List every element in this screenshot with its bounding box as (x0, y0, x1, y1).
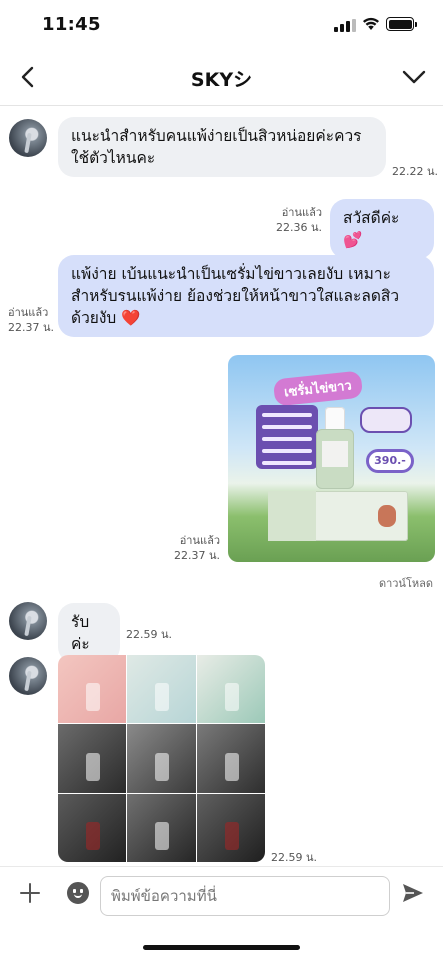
cellular-signal-icon (334, 19, 356, 32)
product-image[interactable]: เซรั่มไข่ขาว 390.- (228, 355, 435, 562)
message-input-bar (0, 866, 443, 924)
message-input[interactable] (100, 876, 390, 916)
product-box-graphic (268, 491, 408, 541)
sparkle-heart-icon: 💕 (343, 231, 363, 249)
price-tag: 390.- (366, 449, 414, 473)
collage-tile (127, 655, 196, 724)
emoji-icon[interactable] (67, 882, 89, 904)
status-bar: 11:45 (0, 0, 443, 50)
send-icon[interactable] (401, 882, 425, 904)
collage-tile (196, 655, 265, 724)
battery-icon (386, 17, 417, 31)
download-link[interactable]: ดาวน์โหลด (379, 574, 433, 592)
image-headline: เซรั่มไข่ขาว (272, 370, 363, 407)
message-bubble[interactable]: แนะนำสำหรับคนแพ้ง่ายเป็นสิวหน่อยค่ะควร ใ… (58, 117, 386, 177)
read-receipt: อ่านแล้ว 22.37 น. (173, 534, 220, 562)
collage-tile (58, 724, 127, 793)
wifi-icon (363, 17, 379, 30)
message-bubble[interactable]: รับค่ะ (58, 603, 120, 663)
message-bubble[interactable]: แพ้ง่าย เบ้นแนะนำเป็นเซรั่มไข่ขาวเลยงับ … (58, 255, 434, 337)
chat-title[interactable]: SKYシ (0, 65, 443, 92)
message-text: สวัสดีค่ะ (343, 209, 400, 227)
chat-thread[interactable]: แนะนำสำหรับคนแพ้ง่ายเป็นสิวหน่อยค่ะควร ใ… (0, 107, 443, 867)
read-receipt: อ่านแล้ว 22.37 น. (8, 306, 55, 334)
collage-tile (58, 793, 127, 862)
collage-tile (127, 793, 196, 862)
heart-icon: ❤️ (121, 309, 141, 327)
collage-image[interactable] (58, 655, 265, 862)
message-text: รับค่ะ (71, 613, 90, 653)
chevron-down-icon[interactable] (401, 66, 427, 88)
collage-tile (196, 724, 265, 793)
message-time: 22.59 น. (126, 628, 173, 641)
status-time: 11:45 (42, 14, 101, 35)
plus-icon[interactable] (18, 881, 42, 905)
message-time: 22.22 น. (392, 165, 439, 178)
promo-badge (360, 407, 412, 433)
collage-tile (196, 793, 265, 862)
avatar[interactable] (9, 657, 47, 695)
message-bubble[interactable]: สวัสดีค่ะ 💕 (330, 199, 434, 259)
read-receipt: อ่านแล้ว 22.36 น. (275, 206, 322, 234)
product-info-panel (256, 405, 318, 469)
avatar[interactable] (9, 602, 47, 640)
collage-tile (58, 655, 127, 724)
avatar[interactable] (9, 119, 47, 157)
chat-header: SKYシ (0, 50, 443, 106)
message-time: 22.59 น. (271, 851, 318, 864)
message-text: แนะนำสำหรับคนแพ้ง่ายเป็นสิวหน่อยค่ะควร ใ… (71, 127, 362, 167)
collage-tile (127, 724, 196, 793)
home-indicator (143, 945, 300, 950)
serum-bottle-graphic (316, 407, 354, 489)
